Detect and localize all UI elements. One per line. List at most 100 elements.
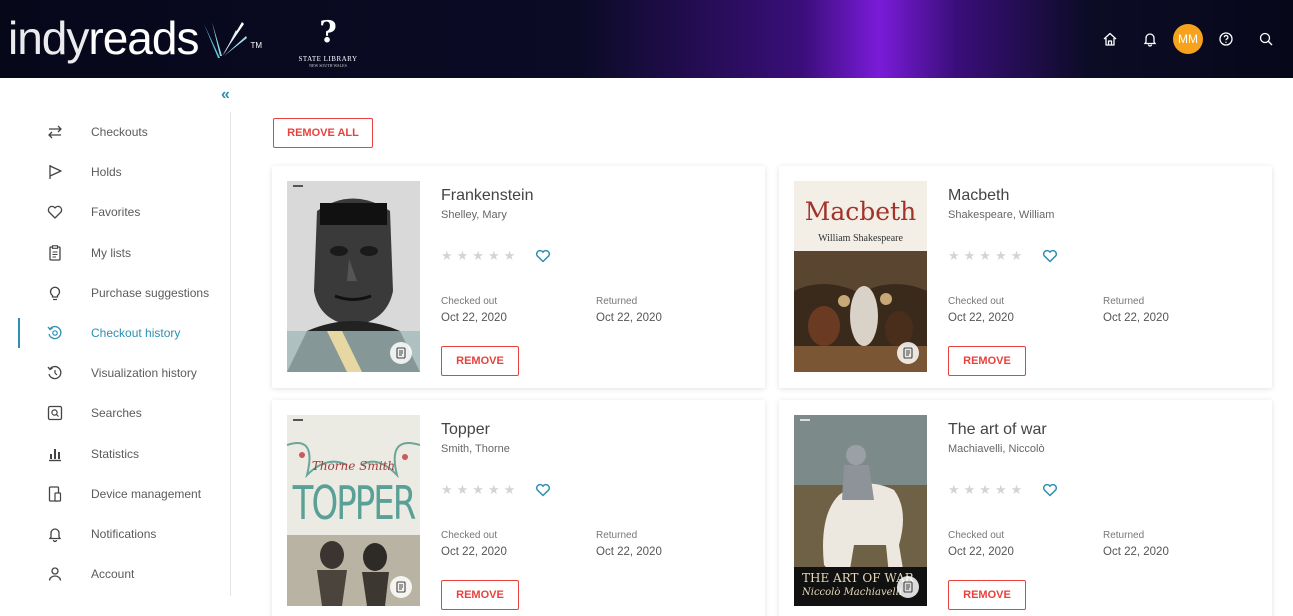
returned-label: Returned	[596, 530, 638, 541]
checked-out-label: Checked out	[441, 530, 498, 541]
book-title[interactable]: Frankenstein	[441, 186, 751, 206]
sidebar-item-purchase-suggestions[interactable]: Purchase suggestions	[0, 273, 230, 313]
device-icon	[43, 482, 67, 506]
checked-out-block: Checked out Oct 22, 2020	[948, 530, 1014, 558]
book-author[interactable]: Smith, Thorne	[441, 443, 751, 455]
history-icon	[43, 321, 67, 345]
lightbulb-icon	[43, 281, 67, 305]
returned-date: Oct 22, 2020	[1103, 312, 1169, 324]
book-info: Topper Smith, Thorne ★★★★★ Checked out Oc…	[441, 420, 751, 610]
checked-out-date: Oct 22, 2020	[948, 312, 1014, 324]
checked-out-date: Oct 22, 2020	[948, 546, 1014, 558]
remove-all-button[interactable]: REMOVE ALL	[273, 118, 373, 148]
returned-date: Oct 22, 2020	[1103, 546, 1169, 558]
book-cover-the-art-of-war[interactable]: THE ART OF WAR Niccolò Machiavelli	[794, 415, 927, 606]
star-rating[interactable]: ★★★★★	[948, 248, 1026, 264]
help-icon[interactable]	[1209, 22, 1243, 56]
collapse-sidebar-button[interactable]: «	[221, 86, 230, 104]
returned-block: Returned Oct 22, 2020	[1103, 530, 1169, 558]
sidebar-item-label: Checkouts	[91, 125, 148, 140]
top-header: indyreads TM ? STATE LIBRARY NEW SOUTH W…	[0, 0, 1293, 78]
star-rating[interactable]: ★★★★★	[441, 248, 519, 264]
sidebar-item-favorites[interactable]: Favorites	[0, 192, 230, 232]
favorite-heart-icon[interactable]	[1042, 249, 1058, 263]
checked-out-label: Checked out	[441, 296, 498, 307]
book-cover-frankenstein[interactable]	[287, 181, 420, 372]
book-cover-topper[interactable]: Thorne Smith TOPPER	[287, 415, 420, 606]
sidebar-item-visualization-history[interactable]: Visualization history	[0, 353, 230, 393]
view-history-icon	[43, 361, 67, 385]
sidebar-item-checkouts[interactable]: Checkouts	[0, 112, 230, 152]
sidebar-item-holds[interactable]: Holds	[0, 152, 230, 192]
sidebar-item-label: Favorites	[91, 205, 141, 220]
brand-wordmark: indyreads	[8, 10, 199, 66]
rating-row: ★★★★★	[441, 482, 551, 498]
returned-date: Oct 22, 2020	[596, 312, 662, 324]
checked-out-block: Checked out Oct 22, 2020	[441, 530, 507, 558]
book-info: Frankenstein Shelley, Mary ★★★★★ Checked…	[441, 186, 751, 376]
checked-out-block: Checked out Oct 22, 2020	[441, 296, 507, 324]
sidebar-item-account[interactable]: Account	[0, 554, 230, 594]
search-icon[interactable]	[1249, 22, 1283, 56]
remove-button[interactable]: REMOVE	[441, 580, 519, 610]
swap-arrows-icon	[43, 120, 67, 144]
brand-bold-text: reads	[88, 12, 199, 64]
sidebar-item-label: Account	[91, 567, 135, 582]
sidebar-item-notifications[interactable]: Notifications	[0, 514, 230, 554]
book-card-topper: Thorne Smith TOPPER Topper Smith, Thorne…	[272, 400, 765, 616]
book-cover-macbeth[interactable]: Macbeth William Shakespeare	[794, 181, 927, 372]
favorite-heart-icon[interactable]	[1042, 483, 1058, 497]
user-icon	[43, 562, 67, 586]
sidebar-item-label: Visualization history	[91, 366, 197, 381]
remove-button[interactable]: REMOVE	[441, 346, 519, 376]
favorite-heart-icon[interactable]	[535, 483, 551, 497]
returned-date: Oct 22, 2020	[596, 546, 662, 558]
book-info: The art of war Machiavelli, Niccolò ★★★★…	[948, 420, 1258, 610]
returned-block: Returned Oct 22, 2020	[1103, 296, 1169, 324]
favorite-heart-icon[interactable]	[535, 249, 551, 263]
sidebar-item-label: Device management	[91, 486, 202, 501]
ebook-icon	[390, 342, 412, 364]
book-author[interactable]: Shakespeare, William	[948, 209, 1258, 221]
brand-light-text: indy	[8, 12, 89, 64]
cover-author: William Shakespeare	[818, 233, 903, 244]
sidebar-item-label: Statistics	[91, 446, 140, 461]
cover-title: Macbeth	[804, 197, 917, 226]
sidebar-item-label: Notifications	[91, 526, 157, 541]
book-author[interactable]: Machiavelli, Niccolò	[948, 443, 1258, 455]
rating-row: ★★★★★	[948, 248, 1058, 264]
flag-icon	[43, 160, 67, 184]
indyreads-logo[interactable]: indyreads TM	[8, 10, 262, 66]
header-actions: MM	[1087, 22, 1283, 56]
user-avatar[interactable]: MM	[1173, 24, 1203, 54]
sidebar-item-my-lists[interactable]: My lists	[0, 233, 230, 273]
star-rating[interactable]: ★★★★★	[948, 482, 1026, 498]
state-library-mark: ?	[319, 15, 337, 50]
sidebar-item-label: Searches	[91, 406, 142, 421]
sidebar-item-searches[interactable]: Searches	[0, 393, 230, 433]
state-library-name: STATE LIBRARY	[298, 55, 358, 63]
state-library-logo[interactable]: ? STATE LIBRARY NEW SOUTH WALES	[292, 8, 364, 69]
sidebar-item-statistics[interactable]: Statistics	[0, 434, 230, 474]
remove-button[interactable]: REMOVE	[948, 580, 1026, 610]
sidebar-item-checkout-history[interactable]: Checkout history	[0, 313, 230, 353]
book-author[interactable]: Shelley, Mary	[441, 209, 751, 221]
bell-icon[interactable]	[1133, 22, 1167, 56]
book-title[interactable]: Topper	[441, 420, 751, 440]
cover-title: TOPPER	[292, 477, 417, 531]
checked-out-block: Checked out Oct 22, 2020	[948, 296, 1014, 324]
ebook-icon	[390, 576, 412, 598]
remove-button[interactable]: REMOVE	[948, 346, 1026, 376]
book-card-macbeth: Macbeth William Shakespeare Macbeth Shak…	[779, 166, 1272, 388]
ebook-icon	[897, 576, 919, 598]
returned-label: Returned	[1103, 296, 1145, 307]
book-title[interactable]: Macbeth	[948, 186, 1258, 206]
checked-out-date: Oct 22, 2020	[441, 312, 507, 324]
returned-block: Returned Oct 22, 2020	[596, 296, 662, 324]
home-icon[interactable]	[1093, 22, 1127, 56]
book-title[interactable]: The art of war	[948, 420, 1258, 440]
sidebar-item-device-management[interactable]: Device management	[0, 474, 230, 514]
cover-author: Thorne Smith	[311, 459, 396, 473]
heart-icon	[43, 200, 67, 224]
star-rating[interactable]: ★★★★★	[441, 482, 519, 498]
